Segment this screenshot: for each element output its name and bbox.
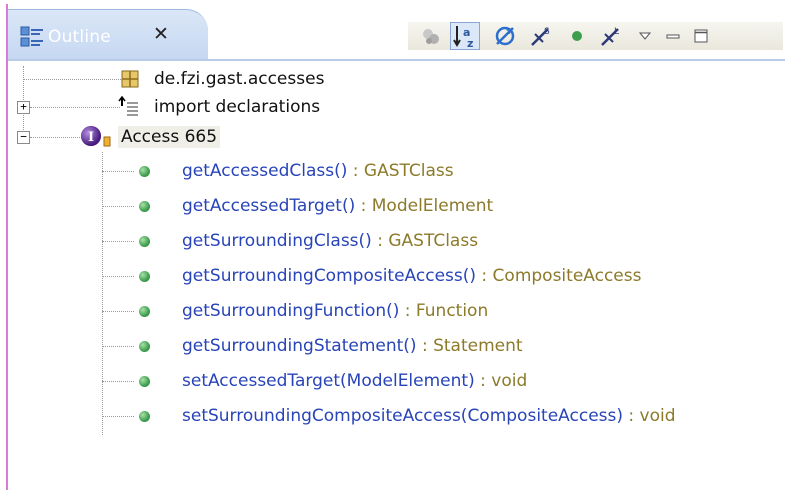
hide-local-types-icon[interactable]: L [596,22,626,50]
method-node[interactable]: getAccessedClass() : GASTClass [8,156,785,186]
interface-icon: I [80,125,114,153]
tree-connector [102,276,134,277]
view-header: Outline ✕ a z S S L [8,4,785,61]
package-label: de.fzi.gast.accesses [154,69,325,89]
public-method-icon [139,341,150,352]
method-node[interactable]: getSurroundingCompositeAccess() : Compos… [8,261,785,291]
svg-text:S: S [506,27,511,36]
hide-non-public-icon[interactable]: S [526,22,556,50]
type-label: Access 665 [118,126,221,148]
method-name: getAccessedTarget() [182,196,356,216]
method-name: getAccessedClass() [182,161,348,181]
imports-icon [118,95,140,122]
tree-connector [102,346,134,347]
method-return-type: : GASTClass [371,231,479,251]
sort-alphabetically-icon[interactable]: a z [450,22,480,50]
method-node[interactable]: getSurroundingStatement() : Statement [8,331,785,361]
imports-label: import declarations [154,97,321,117]
tree-connector [30,107,120,108]
method-return-type: : CompositeAccess [476,266,642,286]
svg-text:L: L [614,27,619,37]
tree-connector [23,79,123,80]
tree-connector [102,381,134,382]
view-menu-chevron-icon[interactable] [630,22,660,50]
public-method-icon [139,201,150,212]
method-return-type: : GASTClass [347,161,454,181]
method-return-type: : Function [399,301,489,321]
svg-text:z: z [467,37,473,49]
method-node[interactable]: getSurroundingFunction() : Function [8,296,785,326]
hide-fields-icon[interactable] [416,22,446,50]
package-icon [120,69,140,93]
header-divider [8,59,785,61]
tree-connector [102,206,134,207]
close-icon[interactable]: ✕ [151,23,171,45]
public-method-icon [139,376,150,387]
public-method-icon [139,306,150,317]
method-node[interactable]: setAccessedTarget(ModelElement) : void [8,366,785,396]
method-return-type: : Statement [416,336,523,356]
minimize-icon[interactable] [658,22,688,50]
imports-node[interactable]: + import declarations [8,92,785,122]
tree-connector [30,137,80,138]
method-label: getSurroundingClass() : GASTClass [182,230,478,252]
method-return-type: : void [623,406,676,426]
public-method-icon [139,411,150,422]
method-name: getSurroundingFunction() [182,301,400,321]
tree-connector [102,241,134,242]
package-node[interactable]: de.fzi.gast.accesses [8,64,785,94]
method-name: setSurroundingCompositeAccess(CompositeA… [182,406,623,426]
expand-toggle[interactable]: + [17,101,30,114]
method-label: getSurroundingFunction() : Function [182,300,488,322]
method-label: getAccessedClass() : GASTClass [182,160,454,182]
method-label: getAccessedTarget() : ModelElement [182,195,493,217]
method-name: getSurroundingCompositeAccess() [182,266,477,286]
maximize-icon[interactable] [686,22,716,50]
method-label: setAccessedTarget(ModelElement) : void [182,370,527,392]
method-node[interactable]: getSurroundingClass() : GASTClass [8,226,785,256]
method-name: setAccessedTarget(ModelElement) [182,371,475,391]
tree-connector [102,311,134,312]
tree-connector [102,171,134,172]
method-node[interactable]: getAccessedTarget() : ModelElement [8,191,785,221]
method-return-type: : void [474,371,528,391]
method-node[interactable]: setSurroundingCompositeAccess(CompositeA… [8,401,785,431]
method-name: getSurroundingClass() [182,231,372,251]
method-label: getSurroundingCompositeAccess() : Compos… [182,265,641,287]
method-return-type: : ModelElement [355,196,494,216]
method-label: getSurroundingStatement() : Statement [182,335,523,357]
type-node[interactable]: − I Access 665 [8,122,785,152]
svg-text:S: S [544,27,550,37]
public-method-icon [139,271,150,282]
hide-static-icon[interactable]: S [490,22,520,50]
public-method-icon [139,166,150,177]
method-label: setSurroundingCompositeAccess(CompositeA… [182,405,676,427]
outline-tree: de.fzi.gast.accesses + import declaratio… [8,64,785,484]
outline-icon [20,26,44,48]
tab-title: Outline [48,27,111,47]
outline-tab[interactable]: Outline ✕ [8,9,208,60]
tree-connector [102,416,134,417]
outline-view: Outline ✕ a z S S L de.fzi.gast.accesses… [6,4,785,490]
collapse-toggle[interactable]: − [17,131,30,144]
public-filter-icon[interactable] [562,22,592,50]
view-toolbar: a z S S L [408,22,783,50]
method-name: getSurroundingStatement() [182,336,417,356]
svg-text:I: I [88,130,94,145]
public-method-icon [139,236,150,247]
